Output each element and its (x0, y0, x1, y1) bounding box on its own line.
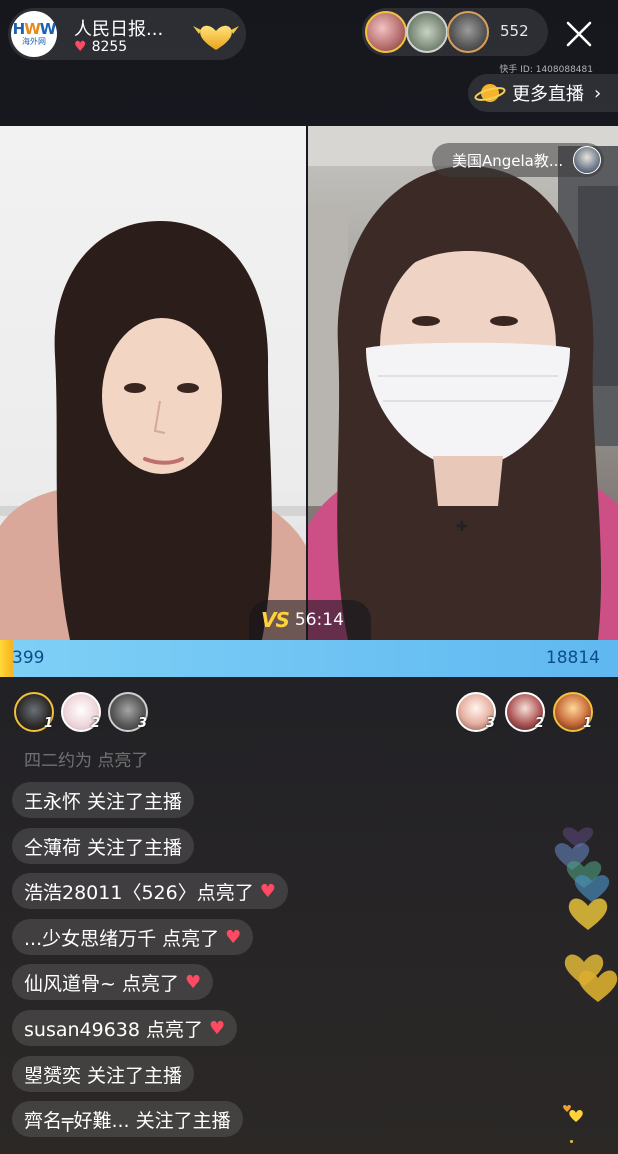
faded-comment: 四二约为 点亮了 (24, 751, 149, 771)
close-icon (566, 21, 592, 47)
opponent-video-feed[interactable]: ✚ (308, 126, 618, 640)
top-viewer-avatar[interactable] (447, 11, 489, 53)
right-rank-number: 2 (535, 716, 545, 731)
heart-icon: ♥ (74, 39, 87, 55)
floating-hearts-animation (554, 827, 618, 1002)
heart-icon: ♥ (209, 1017, 226, 1039)
comment-item[interactable]: 仙风道骨~ 点亮了 ♥ (12, 964, 214, 1000)
host-likes-count: 8255 (91, 39, 128, 55)
opponent-anchor-name: 美国Angela教... (452, 151, 564, 170)
host-name: 人民日报... (74, 19, 164, 40)
opponent-anchor-avatar[interactable] (573, 146, 601, 174)
comment-item[interactable]: 王永怀 关注了主播 (12, 782, 195, 818)
close-button[interactable] (556, 12, 602, 56)
heart-icon: ♥ (184, 971, 202, 993)
host-likes: ♥ 8255 (74, 39, 127, 55)
more-live-label: 更多直播 (512, 84, 584, 105)
host-avatar[interactable]: HWW 海外网 (11, 11, 57, 57)
sparkle-dot (570, 1140, 573, 1143)
opponent-anchor-tag[interactable]: 美国Angela教... (432, 143, 604, 177)
opponent-video-image: ✚ (308, 126, 618, 640)
hww-logo: HWW (12, 19, 57, 38)
left-rank-number: 2 (91, 716, 101, 731)
more-live-button[interactable]: 更多直播 › (468, 74, 618, 112)
heart-icon: ♥ (259, 880, 276, 902)
small-heart-icon (563, 1105, 583, 1122)
comment-text: susan49638 点亮了 (24, 1018, 204, 1041)
comment-text: 王永怀 关注了主播 (24, 790, 183, 813)
vs-icon: VS (261, 608, 290, 632)
svg-text:✚: ✚ (456, 519, 468, 535)
comment-text: 浩浩28011〈526〉点亮了 (24, 881, 254, 904)
comment-text: ...少女思绪万千 点亮了 (24, 927, 220, 950)
pk-left-score: 399 (12, 648, 45, 668)
gold-heart-icon[interactable] (189, 20, 243, 52)
top-viewers[interactable]: 552 (362, 8, 548, 56)
viewer-count[interactable]: 552 (500, 22, 529, 40)
comment-item[interactable]: 齊名╤好難... 关注了主播 (12, 1101, 243, 1137)
pk-score-bar: 399 18814 (0, 640, 618, 677)
left-rank-number: 3 (138, 716, 148, 731)
pk-timer: VS 56:14 (249, 600, 371, 640)
comment-item[interactable]: ...少女思绪万千 点亮了 ♥ (12, 919, 254, 955)
pk-right-score: 18814 (545, 648, 600, 668)
hww-logo-subtitle: 海外网 (22, 36, 46, 46)
comment-item[interactable]: 仝薄荷 关注了主播 (12, 828, 195, 864)
left-rank-number: 1 (44, 716, 54, 731)
host-video-image (0, 221, 306, 640)
host-info-pill[interactable]: HWW 海外网 人民日报... ♥ 8255 (8, 8, 246, 60)
heart-icon: ♥ (225, 926, 242, 948)
pk-timer-value: 56:14 (294, 610, 344, 630)
comment-text: 仙风道骨~ 点亮了 (24, 972, 179, 995)
right-rank-number: 3 (486, 716, 496, 731)
comment-item[interactable]: 浩浩28011〈526〉点亮了 ♥ (12, 873, 288, 909)
top-viewer-avatar[interactable] (365, 11, 407, 53)
planet-icon (474, 84, 506, 102)
comment-item[interactable]: susan49638 点亮了 ♥ (12, 1010, 238, 1046)
right-rank-number: 1 (583, 716, 593, 731)
host-video-feed[interactable] (0, 126, 306, 640)
chevron-right-icon: › (594, 82, 602, 104)
top-viewer-avatar[interactable] (406, 11, 448, 53)
comment-text: 曌赟奕 关注了主播 (24, 1064, 183, 1087)
comment-text: 齊名╤好難... 关注了主播 (24, 1109, 231, 1132)
comment-item[interactable]: 曌赟奕 关注了主播 (12, 1056, 195, 1092)
comment-text: 仝薄荷 关注了主播 (24, 836, 183, 859)
